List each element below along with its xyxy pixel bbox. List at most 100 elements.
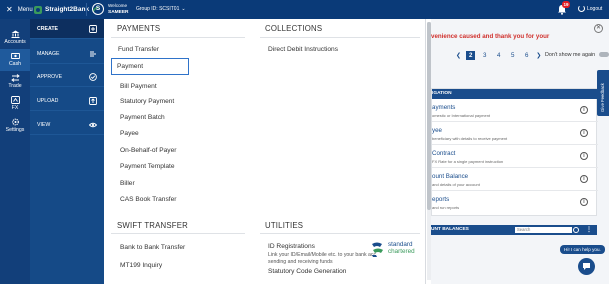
account-search-input[interactable] (515, 227, 572, 233)
chevron-down-icon: ⌄ (181, 6, 186, 12)
section-divider (111, 37, 245, 38)
logout-label: Logout (587, 5, 603, 12)
section-divider (111, 233, 245, 234)
notification-badge: 19 (562, 1, 570, 8)
nav-row-title: ayments (432, 104, 456, 111)
nav-row-reports[interactable]: eports and run reports i (432, 192, 598, 214)
rail-item-cash[interactable]: Cash (0, 49, 30, 71)
nav-row-title: yee (432, 127, 442, 134)
nav-row-desc: and run reports (432, 205, 460, 210)
give-feedback-tab[interactable]: Give Feedback (597, 70, 609, 116)
close-icon[interactable]: ✕ (594, 24, 603, 33)
info-icon[interactable]: i (580, 152, 588, 160)
rail-label: Accounts (4, 39, 26, 45)
menu-item-statutory-payment[interactable]: Statutory Payment (120, 98, 174, 105)
manage-icon (90, 51, 96, 57)
section-divider (260, 233, 420, 234)
menu-item-fund-transfer[interactable]: Fund Transfer (118, 46, 159, 53)
menu-item-direct-debit-instructions[interactable]: Direct Debit Instructions (268, 46, 338, 53)
nav-row-title: eports (432, 196, 450, 203)
more-options-icon[interactable]: ⋮ (586, 225, 592, 235)
menu-item-bill-payment[interactable]: Bill Payment (120, 83, 157, 90)
chat-greeting-bubble[interactable]: Hi! I can help you. (560, 245, 605, 254)
menu-item-id-registrations[interactable]: ID Registrations (268, 243, 315, 250)
submenu-item-manage[interactable]: MANAGE (30, 44, 104, 64)
standard-chartered-mark-icon (372, 242, 383, 257)
page-6[interactable]: 6 (522, 51, 531, 60)
top-bar: ✕ Menu Straight2Bank S Welcome SAMEER Gr… (0, 0, 609, 19)
brand-name: Straight2Bank (45, 6, 90, 13)
payments-section-title: PAYMENTS (117, 24, 161, 33)
menu-item-payee[interactable]: Payee (120, 130, 139, 137)
group-selector[interactable]: Group ID: SCSIT01 ⌄ (136, 6, 186, 12)
rail-item-fx[interactable]: FX (0, 93, 30, 115)
upload-icon (89, 97, 97, 105)
power-icon (578, 5, 585, 12)
info-icon[interactable]: i (580, 175, 588, 183)
rail-label: Cash (8, 61, 22, 67)
chevron-left-icon[interactable]: ❮ (456, 52, 461, 59)
view-icon (89, 122, 97, 128)
navigation-card: IGATION ayments omestic or International… (431, 88, 598, 216)
rail-item-trade[interactable]: Trade (0, 71, 30, 93)
submenu-item-create[interactable]: CREATE (30, 19, 104, 39)
page-3[interactable]: 3 (480, 51, 489, 60)
menu-item-payment-template[interactable]: Payment Template (120, 163, 175, 170)
menu-item-bank-to-bank-transfer[interactable]: Bank to Bank Transfer (120, 244, 185, 251)
nav-row-desc: and details of your account (432, 182, 480, 187)
brand-logo[interactable]: Straight2Bank (34, 2, 100, 17)
rail-label: Settings (5, 127, 25, 133)
info-icon[interactable]: i (580, 198, 588, 206)
page-4[interactable]: 4 (494, 51, 503, 60)
group-id: Group ID: SCSIT01 (136, 6, 180, 12)
submenu-label: UPLOAD (37, 98, 59, 104)
main-nav-rail: Accounts Cash Trade FX Settings (0, 19, 30, 284)
welcome-text: Welcome SAMEER (108, 3, 129, 15)
chevron-right-icon[interactable]: ❯ (536, 52, 541, 59)
rail-item-accounts[interactable]: Accounts (0, 27, 30, 49)
menu-item-biller[interactable]: Biller (120, 180, 135, 187)
standard-chartered-logo: standard chartered (370, 241, 415, 257)
dont-show-toggle[interactable] (598, 52, 609, 58)
nav-row-account-balance[interactable]: ount Balance and details of your account… (432, 169, 598, 191)
submenu-item-approve[interactable]: APPROVE (30, 67, 104, 87)
rail-label: Trade (8, 83, 22, 89)
avatar[interactable]: S (92, 3, 104, 15)
utilities-section-title: UTILITIES (265, 221, 304, 230)
chat-button[interactable] (578, 258, 595, 275)
nav-row-payee[interactable]: yee beneficiary with details to receive … (432, 123, 598, 145)
nav-row-payments[interactable]: ayments omestic or International payment… (432, 100, 598, 122)
account-balances-header: UNT BALANCES ⋮ (431, 225, 597, 235)
menu-item-statutory-code-generation[interactable]: Statutory Code Generation (268, 268, 346, 275)
menu-item-payment[interactable]: Payment (111, 58, 189, 75)
submenu-item-upload[interactable]: UPLOAD (30, 91, 104, 111)
straight2bank-logo-icon (34, 5, 42, 14)
accounts-icon (11, 30, 19, 38)
menu-toggle[interactable]: ✕ Menu (6, 6, 33, 14)
menu-item-payment-batch[interactable]: Payment Batch (120, 114, 165, 121)
gear-icon[interactable] (573, 227, 579, 233)
cash-icon (10, 53, 20, 59)
settings-icon (11, 118, 19, 126)
id-registrations-description: Link your ID/Email/Mobile etc. to your b… (268, 252, 377, 265)
nav-row-contract[interactable]: Contract FX Rate for a single payment in… (432, 146, 598, 168)
menu-item-on-behalf-of-payer[interactable]: On-Behalf-of Payer (120, 147, 176, 154)
rail-label: FX (11, 105, 19, 111)
page-2[interactable]: 2 (466, 51, 476, 60)
menu-item-mt199-inquiry[interactable]: MT199 Inquiry (120, 262, 162, 269)
logout-button[interactable]: Logout (578, 5, 602, 12)
announcement-text: venience caused and thank you for your (431, 33, 550, 40)
info-icon[interactable]: i (580, 106, 588, 114)
page-5[interactable]: 5 (508, 51, 517, 60)
approve-icon (89, 73, 97, 81)
submenu-label: MANAGE (37, 51, 60, 57)
welcome-user: SAMEER (108, 9, 129, 15)
close-icon[interactable]: ✕ (6, 6, 13, 14)
info-icon[interactable]: i (580, 129, 588, 137)
announcement-pager: ❮ 2 3 4 5 6 ❯ (456, 51, 541, 60)
submenu-item-view[interactable]: VIEW (30, 115, 104, 135)
dont-show-again[interactable]: Don't show me again (545, 52, 609, 58)
menu-item-cas-book-transfer[interactable]: CAS Book Transfer (120, 196, 176, 203)
rail-item-settings[interactable]: Settings (0, 115, 30, 137)
account-balances-title: UNT BALANCES (431, 227, 469, 232)
